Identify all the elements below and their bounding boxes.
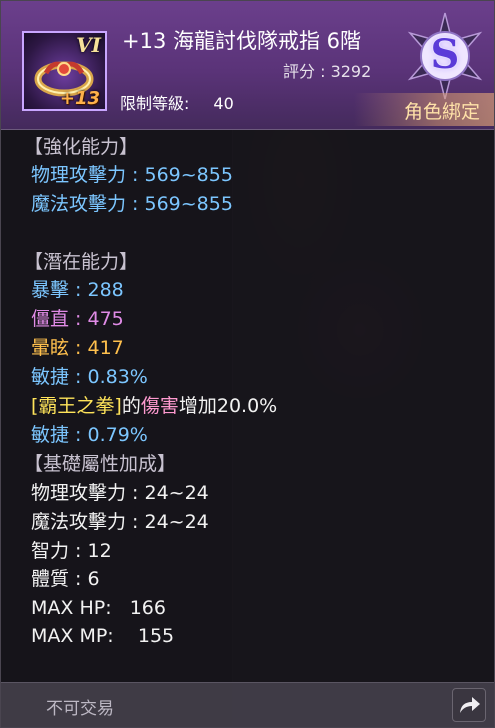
skill-text-part: 的	[121, 395, 141, 417]
potential-stat-line: 敏捷 : 0.83%	[31, 366, 148, 388]
level-requirement: 限制等級: 40	[120, 90, 234, 114]
base-stat-line: MAX HP: 166	[31, 597, 166, 619]
potential-stat-line: 暈眩 : 417	[31, 337, 124, 359]
section-title-potential: 【潛在能力】	[24, 251, 139, 273]
skill-damage-label: 傷害	[140, 395, 179, 417]
level-label: 限制等級:	[120, 94, 190, 113]
enhance-stat-line: 魔法攻擊力 : 569~855	[31, 193, 233, 215]
level-value: 40	[213, 94, 234, 113]
potential-stat-line: 敏捷 : 0.79%	[31, 424, 148, 446]
skill-name: [霸王之拳]	[31, 395, 122, 417]
base-stat-line: 體質 : 6	[31, 568, 100, 590]
skill-text-part: 增加20.0%	[178, 395, 278, 417]
rank-badge: S	[400, 11, 490, 101]
base-stat-line: 智力 : 12	[31, 540, 112, 562]
enhance-stat-line: 物理攻擊力 : 569~855	[31, 164, 233, 186]
grade-label: VI	[76, 33, 101, 57]
tooltip-footer: 不可交易	[1, 682, 494, 728]
potential-stat-line: 僵直 : 475	[31, 308, 124, 330]
section-title-base: 【基礎屬性加成】	[24, 453, 177, 475]
share-button[interactable]	[452, 688, 486, 722]
base-stat-line: MAX MP: 155	[31, 625, 175, 647]
item-name: +13 海龍討伐隊戒指 6階	[122, 29, 362, 53]
base-stat-line: 魔法攻擊力 : 24~24	[31, 511, 209, 533]
rank-letter: S	[430, 31, 460, 78]
ring-item-icon[interactable]: VI +13	[22, 31, 107, 111]
potential-stat-line: 暴擊 : 288	[31, 279, 124, 301]
base-stat-line: 物理攻擊力 : 24~24	[31, 482, 209, 504]
enhance-label: +13	[59, 88, 100, 109]
item-tooltip: VI +13 +13 海龍討伐隊戒指 6階 評分 : 3292 S 限制等級: 4…	[0, 0, 495, 728]
share-arrow-icon	[460, 697, 480, 713]
tooltip-header: VI +13 +13 海龍討伐隊戒指 6階 評分 : 3292 S 限制等級: 4…	[1, 1, 494, 130]
item-score: 評分 : 3292	[283, 62, 372, 81]
bind-status-text: 角色綁定	[403, 101, 480, 123]
potential-skill-line: [霸王之拳]的傷害增加20.0%	[31, 393, 277, 419]
trade-status: 不可交易	[46, 699, 114, 719]
bind-status-badge: 角色綁定	[354, 93, 494, 126]
section-title-enhance: 【強化能力】	[24, 136, 139, 158]
